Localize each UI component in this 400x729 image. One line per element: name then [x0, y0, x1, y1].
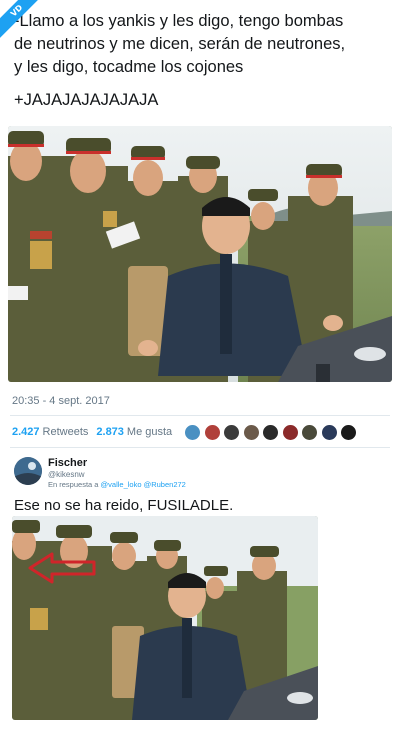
reply-prefix: En respuesta a — [48, 480, 99, 489]
reply-context: En respuesta a @valle_loko @Ruben272 — [48, 480, 186, 489]
reply-photo[interactable] — [12, 516, 318, 720]
retweets-label[interactable]: Retweets — [43, 426, 89, 438]
reply-avatar[interactable] — [14, 457, 42, 485]
tweet-line-2: de neutrinos y me dicen, serán de neutro… — [14, 35, 346, 53]
tweet-laugh-line: +JAJAJAJAJAJAJA — [14, 91, 159, 109]
likes-count[interactable]: 2.873 — [96, 426, 124, 438]
liker-avatar[interactable] — [203, 423, 221, 441]
tweet-line-1: -Llamo a los yankis y les digo, tengo bo… — [14, 12, 344, 30]
tweet-photo[interactable] — [8, 126, 392, 382]
reply-photo-illustration — [12, 516, 318, 720]
reply-header: Fischer @kikesnw En respuesta a @valle_l… — [14, 455, 384, 491]
liker-avatar[interactable] — [223, 423, 241, 441]
likes-label[interactable]: Me gusta — [127, 426, 172, 438]
liker-avatar[interactable] — [281, 423, 299, 441]
avatar-image — [14, 457, 42, 485]
mention-1[interactable]: @valle_loko — [101, 480, 142, 489]
divider-bottom — [10, 447, 390, 448]
liker-avatar[interactable] — [242, 423, 260, 441]
liker-avatar[interactable] — [184, 423, 202, 441]
tweet-stats: 2.427 Retweets 2.873 Me gusta — [12, 420, 392, 444]
divider-top — [10, 415, 390, 416]
tweet-text: -Llamo a los yankis y les digo, tengo bo… — [14, 10, 394, 112]
reply-text: Ese no se ha reido, FUSILADLE. — [14, 497, 234, 514]
liker-avatar[interactable] — [301, 423, 319, 441]
mention-2[interactable]: @Ruben272 — [144, 480, 186, 489]
reply-author-handle[interactable]: @kikesnw — [48, 470, 85, 479]
tweet-timestamp[interactable]: 20:35 - 4 sept. 2017 — [12, 395, 110, 407]
reply-author-name[interactable]: Fischer — [48, 457, 87, 469]
liker-avatar[interactable] — [340, 423, 358, 441]
liker-avatar[interactable] — [320, 423, 338, 441]
tweet-line-3: y les digo, tocadme los cojones — [14, 58, 244, 76]
liker-avatars — [184, 423, 360, 441]
liker-avatar[interactable] — [262, 423, 280, 441]
retweets-count[interactable]: 2.427 — [12, 426, 40, 438]
tweet-photo-illustration — [8, 126, 392, 382]
